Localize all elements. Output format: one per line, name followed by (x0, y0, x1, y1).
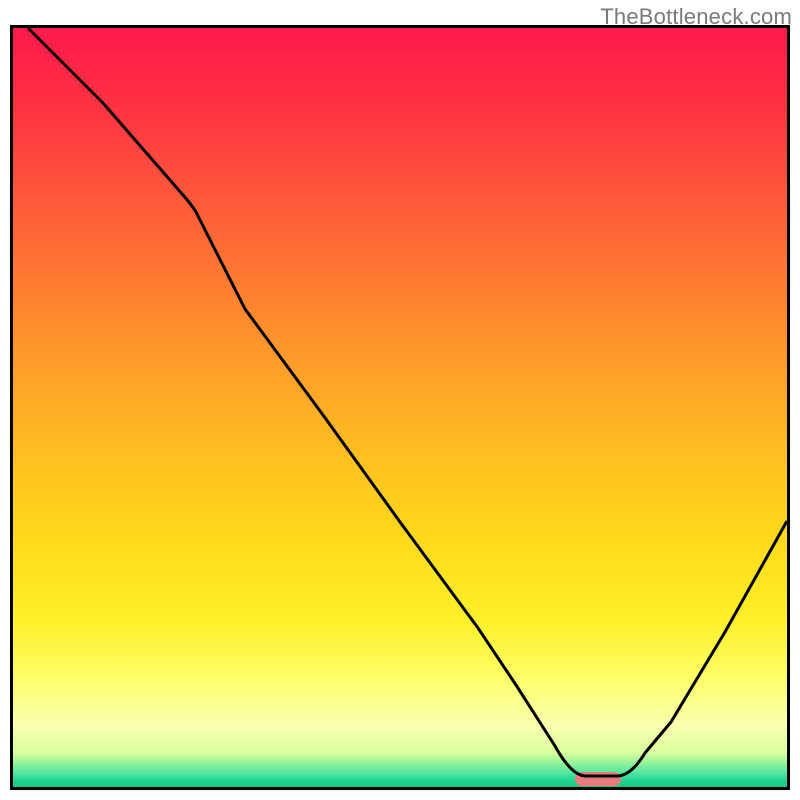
bottleneck-curve (28, 28, 787, 776)
chart-frame (10, 25, 790, 790)
curve-layer (13, 28, 787, 787)
watermark-text: TheBottleneck.com (600, 4, 792, 30)
plot-area (13, 28, 787, 787)
